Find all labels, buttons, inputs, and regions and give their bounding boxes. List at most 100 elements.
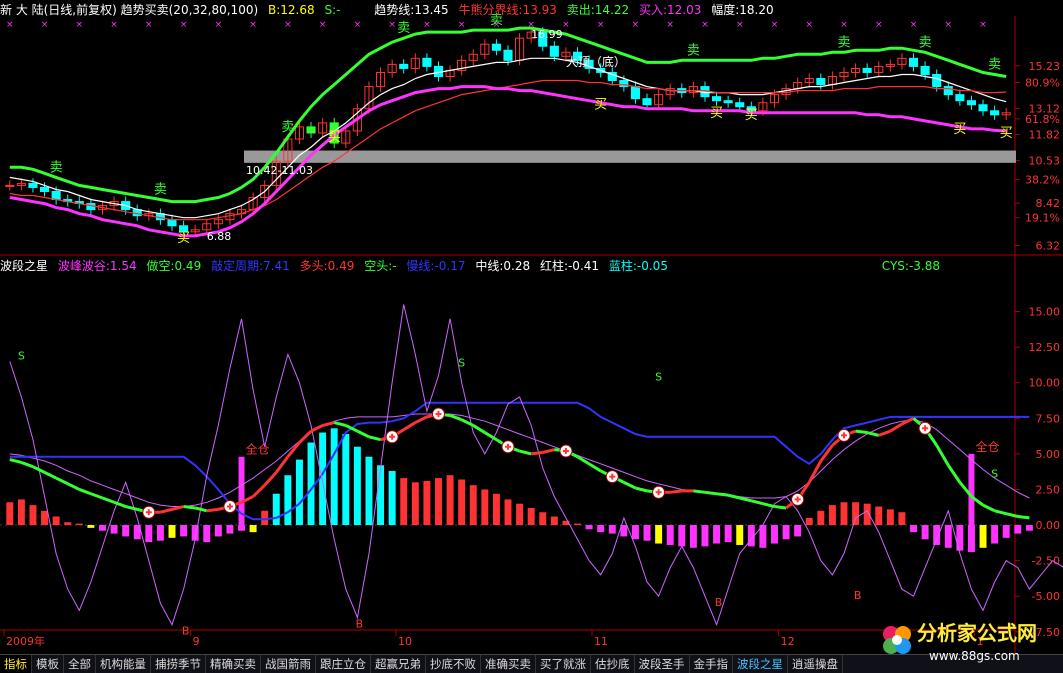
tab-fishing-season[interactable]: 捕捞季节	[151, 655, 206, 673]
b-signal-label: B	[715, 596, 723, 609]
indicator-bar	[319, 432, 327, 526]
signal-cross-mark: ×	[180, 20, 188, 30]
mid-line-segment	[160, 507, 173, 514]
indicator-bar	[782, 525, 790, 540]
price-axis-label: 61.8%	[1025, 113, 1060, 126]
s-signal-label: S	[458, 357, 465, 370]
indicator-axis-label: 12.50	[1029, 341, 1061, 354]
signal-cross-mark: ×	[562, 20, 570, 30]
cycle-line	[9, 401, 1030, 521]
trend-value: 趋势线:13.45	[374, 3, 449, 17]
indicator-bar	[944, 525, 952, 548]
b-signal-label: B	[182, 625, 190, 638]
indicator-bar	[342, 433, 350, 526]
mid-line-segment	[982, 503, 996, 513]
tab-buy-rise[interactable]: 买了就涨	[536, 655, 591, 673]
tab-indicator[interactable]: 指标	[0, 655, 32, 673]
mid-line-segment	[889, 422, 903, 433]
indicator-bar	[979, 525, 987, 548]
mid-line-segment	[623, 480, 637, 490]
price-gap-band	[244, 150, 1016, 163]
sell-signal-label: 卖	[397, 21, 410, 36]
indicator-bar	[6, 502, 14, 526]
indicator-bar	[643, 525, 651, 541]
price-axis-label: 11.82	[1029, 129, 1061, 142]
mid-line-segment	[67, 482, 80, 491]
mid-line-segment	[750, 499, 764, 506]
mid-line-segment	[472, 424, 486, 434]
high-price-label: 16.99	[531, 28, 563, 41]
signal-cross-mark: ×	[597, 20, 605, 30]
tab-precise-trade[interactable]: 精确买卖	[206, 655, 261, 673]
tab-all[interactable]: 全部	[64, 655, 96, 673]
indicator-bar	[17, 499, 25, 526]
signal-cross-mark: ×	[76, 20, 84, 30]
mid-line-segment	[368, 435, 381, 442]
candle-body	[5, 184, 15, 187]
signal-cross-mark: ×	[6, 20, 14, 30]
indicator-bar	[180, 525, 188, 537]
indicator-bar	[504, 499, 512, 526]
indicator-bar	[272, 493, 280, 526]
tab-band-master[interactable]: 波段圣手	[635, 655, 690, 673]
candle-body	[51, 190, 61, 201]
chart-canvas[interactable]: 15.2380.9%13.1261.8%11.8210.5338.2%8.421…	[0, 0, 1063, 654]
main-chart-title: 新 大 陆(日线,前复权) 趋势买卖(20,32,80,100)	[0, 3, 259, 17]
tab-band-star[interactable]: 波段之星	[733, 655, 788, 673]
candle-body	[978, 104, 988, 112]
peak-trough-line	[9, 304, 1063, 627]
logo-url: www.88gs.com	[929, 649, 1020, 663]
tab-easy-trade[interactable]: 逍遥操盘	[788, 655, 843, 673]
mid-line-segment	[727, 493, 741, 500]
tab-super-win[interactable]: 超赢兄弟	[371, 655, 426, 673]
time-axis-label: 10	[398, 635, 412, 648]
candle-body	[711, 96, 722, 102]
mid-line-segment	[183, 505, 196, 510]
indicator-bar	[1002, 525, 1010, 538]
indicator-bar	[41, 510, 49, 526]
indicator-bar	[52, 516, 60, 526]
b-signal-label: B	[854, 589, 862, 602]
signal-cross-mark: ×	[979, 20, 987, 30]
indicator-bar	[435, 478, 442, 526]
mid-line-segment	[1017, 515, 1030, 520]
candle-body	[920, 65, 930, 75]
tab-accurate-trade[interactable]: 准确买卖	[481, 655, 536, 673]
tab-template[interactable]: 模板	[32, 655, 64, 673]
indicator-axis-label: 2.50	[1036, 483, 1061, 496]
indicator-bar	[168, 525, 176, 538]
tab-follow-dealer[interactable]: 跟庄立仓	[316, 655, 371, 673]
tab-arrow-rain[interactable]: 战国箭雨	[261, 655, 316, 673]
mid-line-segment	[774, 505, 787, 510]
mid-line-segment	[90, 492, 104, 500]
indicator-axis-label: 10.00	[1029, 377, 1061, 390]
tab-bottom-fishing[interactable]: 抄底不败	[426, 655, 481, 673]
candle-body	[735, 102, 745, 108]
mid-line-segment	[402, 421, 417, 431]
time-axis-label: 2009年	[6, 634, 45, 648]
full-position-label: 全仓	[975, 439, 999, 454]
indicator-bar	[701, 525, 709, 547]
indicator-bar	[666, 525, 674, 545]
indicator-bar	[365, 456, 373, 526]
indicator-bar	[492, 493, 500, 526]
s-value: S:-	[324, 3, 341, 17]
candle-body	[630, 86, 641, 100]
indicator-bar	[330, 428, 338, 526]
indicator-bar	[771, 525, 778, 544]
candle-body	[642, 98, 652, 106]
tab-estimate-bottom[interactable]: 估抄底	[591, 655, 635, 673]
tab-institution-energy[interactable]: 机构能量	[96, 655, 151, 673]
candle-body	[167, 219, 177, 227]
flower-icon	[883, 626, 911, 654]
indicator-bar	[481, 489, 489, 526]
watch-value: 慢线:-0.17	[406, 259, 466, 273]
tab-golden-finger[interactable]: 金手指	[690, 655, 733, 673]
indicator-bar	[840, 502, 848, 526]
indicator-bar	[655, 525, 663, 544]
price-axis-label: 10.53	[1029, 155, 1061, 168]
mid-line-segment	[206, 507, 219, 513]
mid-line-segment	[693, 489, 706, 494]
bear-value: 牛熊分界线:13.93	[458, 3, 557, 17]
indicator-bar	[122, 525, 130, 537]
